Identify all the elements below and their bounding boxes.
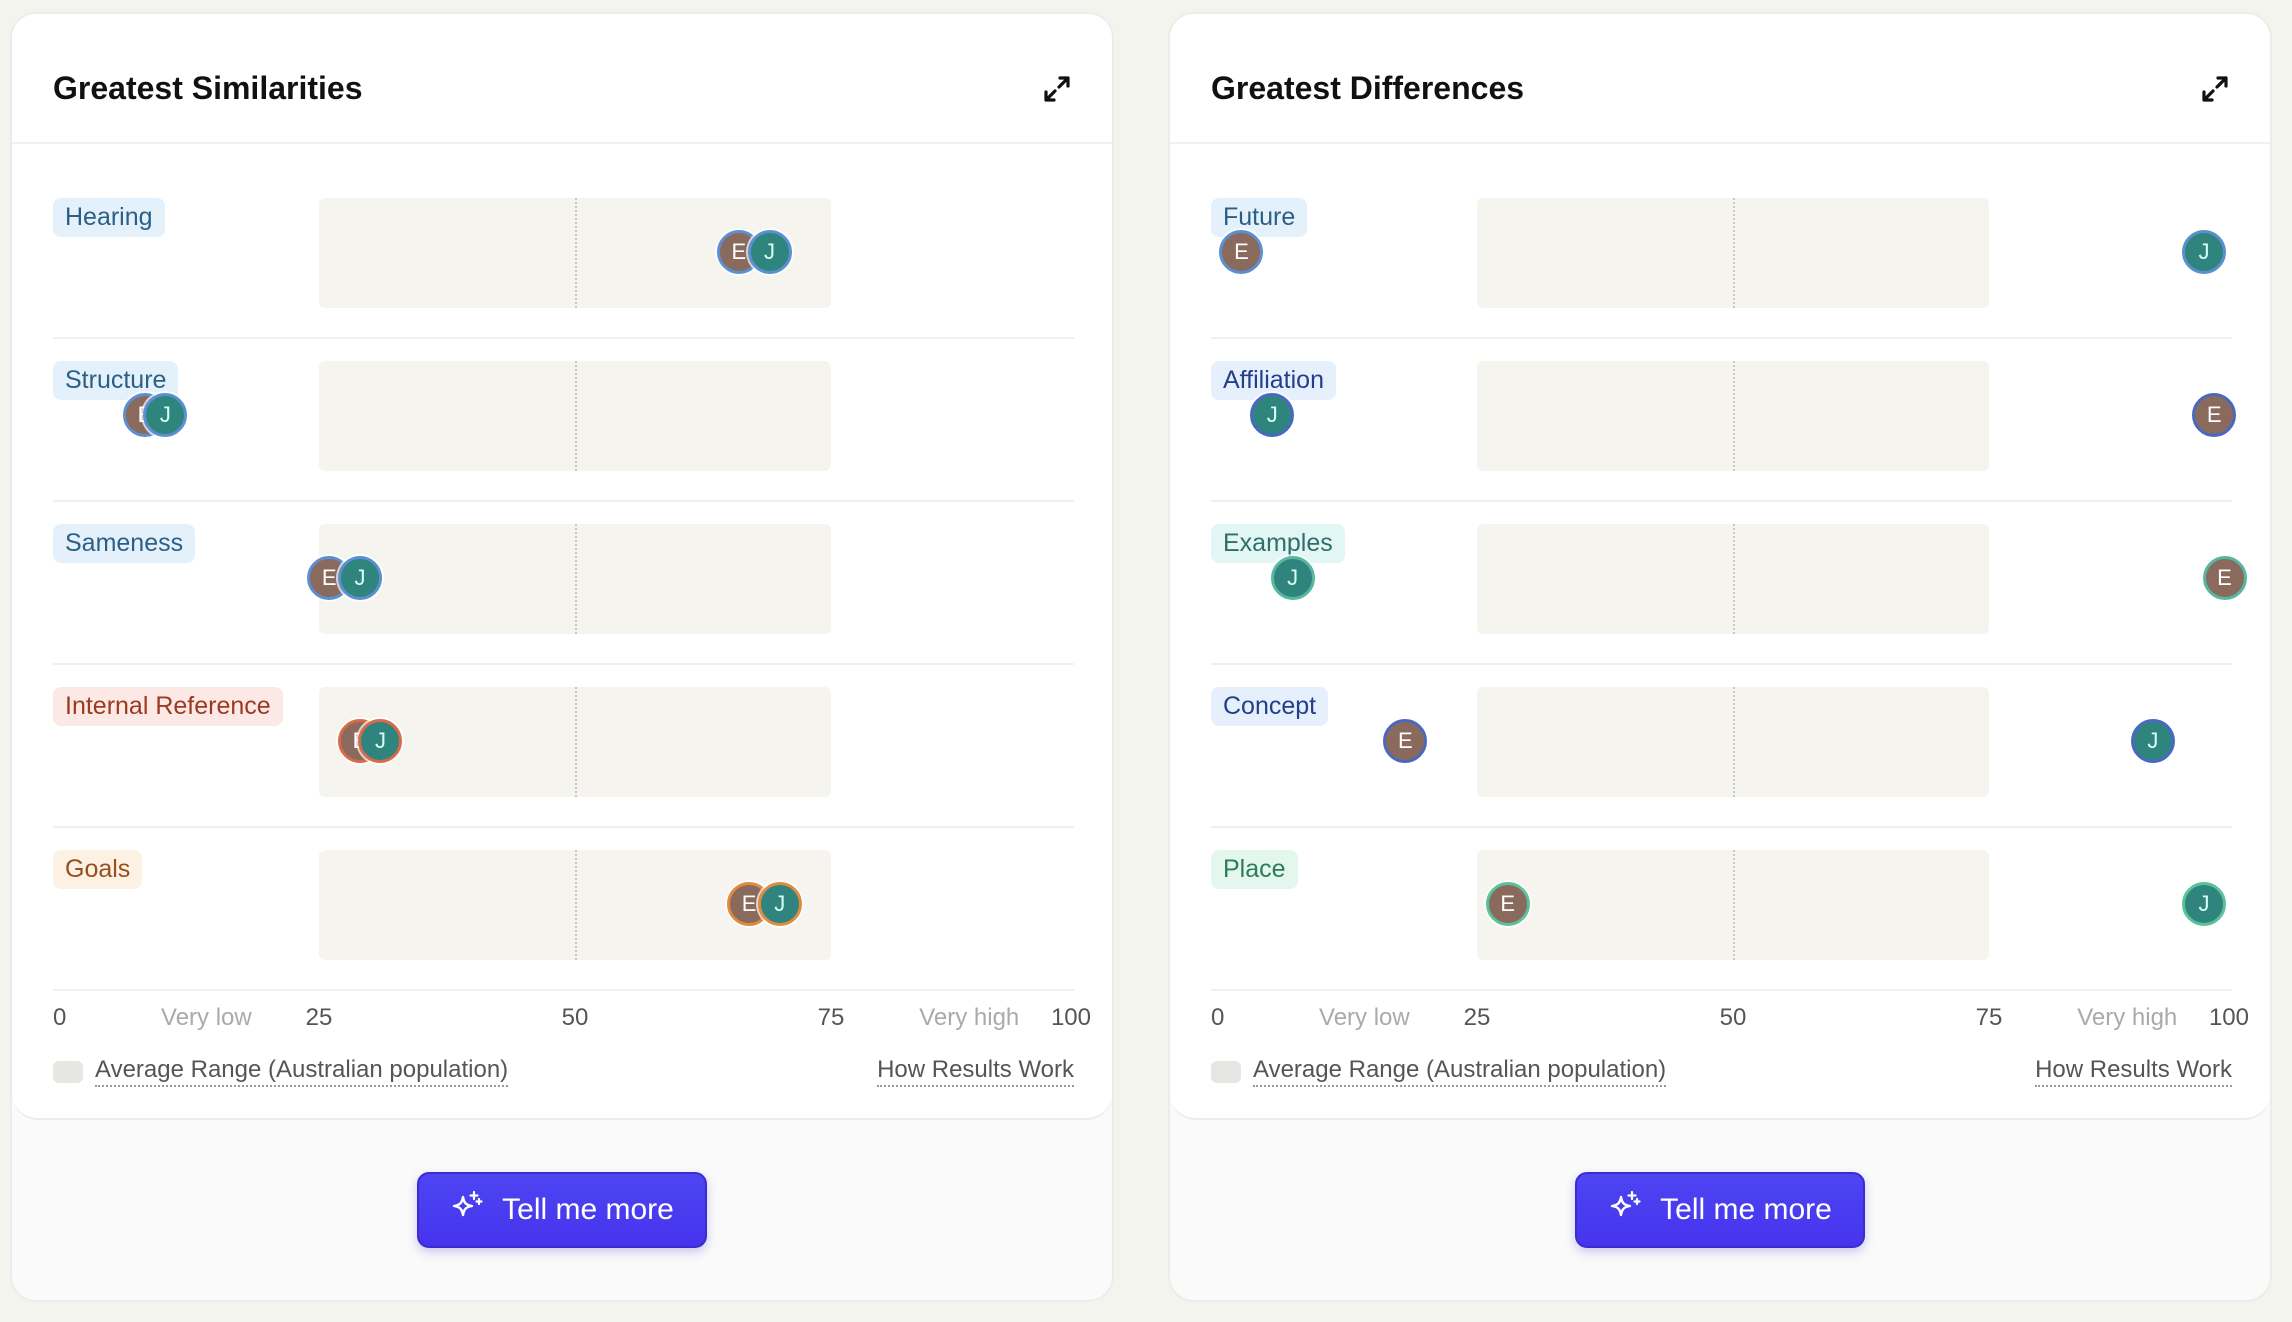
legend-label[interactable]: Average Range (Australian population) bbox=[1253, 1056, 1667, 1087]
card-title: Greatest Differences bbox=[1211, 70, 1525, 106]
axis-tick-label: 0 bbox=[1211, 1004, 1225, 1031]
axis-tick-label: 0 bbox=[53, 1004, 67, 1031]
chart-row: Future E J bbox=[1211, 176, 2232, 339]
chart-row: Affiliation E J bbox=[1211, 339, 2237, 502]
legend-swatch bbox=[1211, 1060, 1241, 1083]
tell-me-more-button[interactable]: Tell me more bbox=[1575, 1172, 1865, 1248]
x-axis: 0 Very low 25 50 75 Very high 100 bbox=[1211, 1004, 2249, 1034]
expand-arrows-icon[interactable] bbox=[2198, 72, 2232, 106]
chart-rows: HearingEJStructureEJSamenessEJInternal R… bbox=[53, 176, 1074, 991]
differences-panel: Greatest Differences Future E J Affiliation… bbox=[1168, 12, 2272, 1302]
chart-row: Hearing E J bbox=[53, 176, 1074, 339]
legend: Average Range (Australian population) bbox=[1211, 1056, 1667, 1087]
person-E-marker[interactable]: E bbox=[1219, 230, 1264, 274]
how-results-work-link[interactable]: How Results Work bbox=[2035, 1056, 2232, 1087]
midline-50 bbox=[575, 361, 577, 471]
person-J-marker[interactable]: J bbox=[2182, 230, 2227, 274]
axis-tick-label: Very low bbox=[1319, 1004, 1410, 1031]
axis-tick-label: 50 bbox=[1719, 1004, 1747, 1031]
person-J-marker[interactable]: J bbox=[143, 393, 188, 437]
person-E-marker[interactable]: E bbox=[1383, 719, 1428, 763]
midline-50 bbox=[1733, 198, 1735, 308]
chart-row: Sameness E J bbox=[53, 502, 1074, 665]
category-tag[interactable]: Future bbox=[1211, 198, 1308, 237]
midline-50 bbox=[575, 198, 577, 308]
category-tag[interactable]: Sameness bbox=[53, 524, 196, 563]
button-label: Tell me more bbox=[1660, 1193, 1832, 1226]
person-J-marker[interactable]: J bbox=[757, 882, 802, 926]
axis-tick-label: Very low bbox=[161, 1004, 252, 1031]
axis-tick-label: 25 bbox=[305, 1004, 333, 1031]
button-label: Tell me more bbox=[502, 1193, 674, 1226]
x-axis: 0 Very low 25 50 75 Very high 100 bbox=[53, 1004, 1091, 1034]
legend: Average Range (Australian population) bbox=[53, 1056, 509, 1087]
midline-50 bbox=[575, 850, 577, 960]
chart-row: Internal ReferenceEJ bbox=[53, 665, 1074, 828]
axis-tick-label: 100 bbox=[2208, 1004, 2249, 1031]
category-tag[interactable]: Internal Reference bbox=[53, 687, 283, 726]
similarities-card: Greatest Similarities Hearing E J Structure… bbox=[12, 14, 1112, 1120]
person-J-marker[interactable]: J bbox=[2182, 882, 2227, 926]
chart-row: Examples E J bbox=[1211, 502, 2247, 665]
axis-tick-label: Very high bbox=[2077, 1004, 2178, 1031]
category-tag[interactable]: Concept bbox=[1211, 687, 1329, 726]
person-J-marker[interactable]: J bbox=[747, 230, 792, 274]
how-results-work-link[interactable]: How Results Work bbox=[877, 1056, 1074, 1087]
person-E-marker[interactable]: E bbox=[1485, 882, 1530, 926]
tell-me-more-button[interactable]: Tell me more bbox=[417, 1172, 707, 1248]
midline-50 bbox=[1733, 687, 1735, 797]
axis-tick-label: 75 bbox=[817, 1004, 845, 1031]
axis-tick-label: 75 bbox=[1975, 1004, 2003, 1031]
midline-50 bbox=[575, 524, 577, 634]
legend-swatch bbox=[53, 1060, 83, 1083]
midline-50 bbox=[1733, 850, 1735, 960]
person-E-marker[interactable]: E bbox=[2202, 556, 2247, 600]
person-J-marker[interactable]: J bbox=[2130, 719, 2175, 763]
category-tag[interactable]: Examples bbox=[1211, 524, 1345, 563]
person-J-marker[interactable]: J bbox=[1250, 393, 1295, 437]
person-J-marker[interactable]: J bbox=[337, 556, 382, 600]
card-header: Greatest Differences bbox=[1170, 14, 2270, 144]
chart-row: StructureEJ bbox=[53, 339, 1074, 502]
midline-50 bbox=[575, 687, 577, 797]
differences-card: Greatest Differences Future E J Affiliation… bbox=[1170, 14, 2270, 1120]
person-J-marker[interactable]: J bbox=[1270, 556, 1315, 600]
chart-rows: Future E J Affiliation E J Examples E J Concept E J… bbox=[1211, 176, 2247, 991]
card-title: Greatest Similarities bbox=[53, 70, 363, 106]
similarities-panel: Greatest Similarities Hearing E J Structure… bbox=[10, 12, 1114, 1302]
expand-arrows-icon[interactable] bbox=[1040, 72, 1074, 106]
person-E-marker[interactable]: E bbox=[2192, 393, 2237, 437]
midline-50 bbox=[1733, 524, 1735, 634]
legend-label[interactable]: Average Range (Australian population) bbox=[95, 1056, 509, 1087]
category-tag[interactable]: Place bbox=[1211, 850, 1298, 889]
category-tag[interactable]: Hearing bbox=[53, 198, 165, 237]
sparkle-icon bbox=[1608, 1189, 1642, 1231]
axis-tick-label: 25 bbox=[1463, 1004, 1491, 1031]
axis-tick-label: Very high bbox=[919, 1004, 1020, 1031]
axis-tick-label: 100 bbox=[1050, 1004, 1091, 1031]
sparkle-icon bbox=[450, 1189, 484, 1231]
chart-row: Concept E J bbox=[1211, 665, 2232, 828]
category-tag[interactable]: Goals bbox=[53, 850, 143, 889]
chart-row: Goals E J bbox=[53, 828, 1074, 991]
axis-tick-label: 50 bbox=[561, 1004, 589, 1031]
midline-50 bbox=[1733, 361, 1735, 471]
chart-row: Place E J bbox=[1211, 828, 2232, 991]
card-header: Greatest Similarities bbox=[12, 14, 1112, 144]
